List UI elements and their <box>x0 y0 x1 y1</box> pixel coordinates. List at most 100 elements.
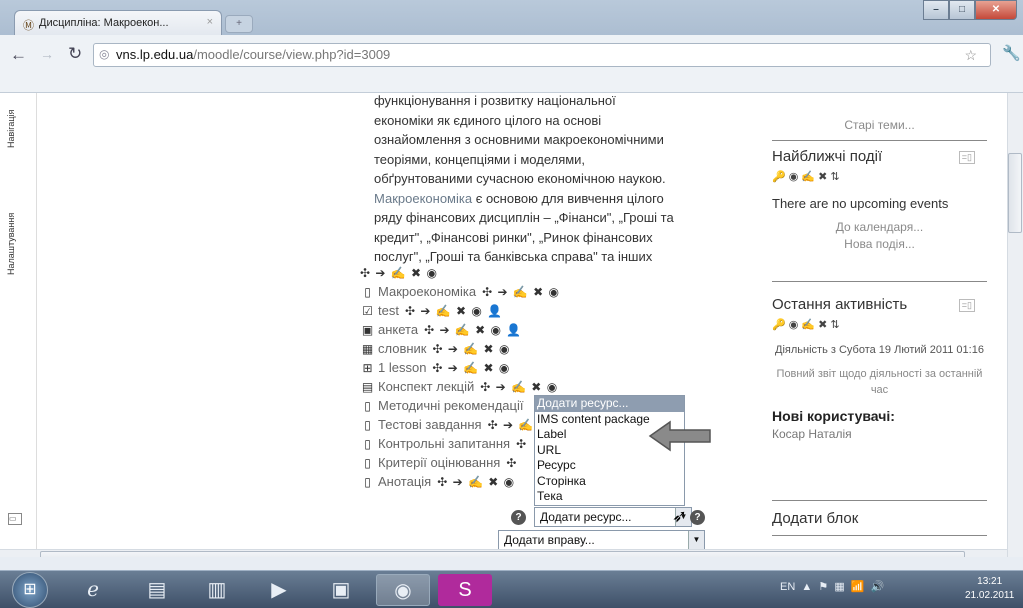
activity-edit-icons[interactable]: ✣ <box>516 437 527 451</box>
activity-label[interactable]: Макроекономіка <box>378 284 476 299</box>
browser-tab[interactable]: Ⓜ Дисципліна: Макроекон... × <box>14 10 222 35</box>
full-report-link[interactable]: Повний звіт щодо діяльності за останній … <box>772 366 987 398</box>
address-bar[interactable]: ◎ vns.lp.edu.ua/moodle/course/view.php?i… <box>93 43 991 67</box>
activity-item[interactable]: ☑ test ✣ ➔ ✍ ✖ ◉ 👤 <box>360 303 503 323</box>
minimize-button[interactable]: – <box>923 0 949 20</box>
page-icon: ▯ <box>364 437 371 451</box>
vertical-scrollbar[interactable] <box>1007 93 1023 557</box>
activity-edit-icons[interactable]: ✣ ➔ ✍ ✖ ◉ 👤 <box>424 323 522 337</box>
activity-label[interactable]: Методичні рекомендації <box>378 398 523 413</box>
explorer-icon[interactable]: ▤ <box>130 574 184 606</box>
folder-icon[interactable]: ▣ <box>314 574 368 606</box>
block-divider <box>772 500 987 501</box>
dropdown-option[interactable]: Додати ресурс... <box>535 396 684 412</box>
new-event-link[interactable]: Нова подія... <box>772 236 987 253</box>
clock-time: 13:21 <box>977 576 1003 587</box>
document-icon[interactable]: ▥ <box>190 574 244 606</box>
section-edit-icons[interactable]: ✣ ➔ ✍ ✖ ◉ <box>360 266 438 280</box>
language-indicator[interactable]: EN <box>780 581 795 593</box>
activity-edit-icons[interactable]: ✣ ➔ ✍ ✖ ◉ <box>432 361 510 375</box>
activity-label[interactable]: словник <box>378 341 427 356</box>
new-tab-button[interactable]: + <box>225 15 253 33</box>
dock-tab-settings[interactable]: Налаштування <box>6 213 16 275</box>
wrench-icon[interactable]: 🔧 <box>1002 44 1021 62</box>
macro-link[interactable]: Макроекономіка <box>374 191 472 206</box>
bookmark-star-icon[interactable]: ☆ <box>964 47 977 64</box>
activity-edit-icons[interactable]: ✣ <box>506 456 517 470</box>
web-page: Навігація Налаштування ▭ функціонування … <box>0 93 1023 557</box>
page-info-icon[interactable]: ◎ <box>99 47 109 61</box>
tab-close-icon[interactable]: × <box>207 16 213 28</box>
start-orb-icon[interactable]: ⊞ <box>12 572 48 608</box>
activity-edit-icons[interactable]: ✣ ➔ ✍ ✖ ◉ <box>433 342 511 356</box>
summary-line: функціонування і розвитку національної <box>374 93 616 108</box>
activity-item[interactable]: ▤ Конспект лекцій ✣ ➔ ✍ ✖ ◉ <box>360 379 558 399</box>
glossary-icon: ▦ <box>361 342 374 356</box>
block-divider <box>772 281 987 282</box>
forward-icon[interactable]: → <box>40 46 54 62</box>
scrollbar-thumb[interactable] <box>1008 153 1022 233</box>
system-tray: EN ▲ ⚑ ▦ 📶 🔊 <box>780 581 885 593</box>
help-icon[interactable]: ? <box>690 510 705 525</box>
close-window-button[interactable]: ✕ <box>975 0 1017 20</box>
no-events-text: There are no upcoming events <box>772 196 949 211</box>
help-icon[interactable]: ? <box>511 510 526 525</box>
activity-label[interactable]: анкета <box>378 322 418 337</box>
summary-line: економіки як єдиного цілого на основі <box>374 112 602 128</box>
activity-edit-icons[interactable]: ✣ ➔ ✍ <box>488 418 535 432</box>
block-collapse-icon[interactable]: =▯ <box>958 299 975 312</box>
add-activity-select[interactable]: Додати вправу... ▼ <box>498 530 705 550</box>
activity-item[interactable]: ▯ Критерії оцінювання ✣ <box>360 455 517 475</box>
dropdown-option[interactable]: Сторінка <box>535 474 684 490</box>
activity-label[interactable]: 1 lesson <box>378 360 426 375</box>
block-edit-icons[interactable]: 🔑 ◉ ✍ ✖ ⇅ <box>772 318 987 336</box>
dropdown-option[interactable]: Ресурс <box>535 458 684 474</box>
reload-icon[interactable]: ↻ <box>68 44 82 64</box>
activity-item[interactable]: ▯ Макроекономіка ✣ ➔ ✍ ✖ ◉ <box>360 284 560 304</box>
activity-label[interactable]: Критерії оцінювання <box>378 455 500 470</box>
dock-tab-navigation[interactable]: Навігація <box>6 110 16 148</box>
chrome-icon[interactable]: ◉ <box>376 574 430 606</box>
activity-edit-icons[interactable]: ✣ ➔ ✍ ✖ ◉ <box>482 285 560 299</box>
activity-item[interactable]: ▦ словник ✣ ➔ ✍ ✖ ◉ <box>360 341 510 361</box>
summary-line: є основою для вивчення цілого <box>472 190 664 206</box>
activity-item[interactable]: ⊞ 1 lesson ✣ ➔ ✍ ✖ ◉ <box>360 360 510 380</box>
add-resource-value: Додати ресурс... <box>540 510 632 524</box>
dock-sidebar: Навігація Налаштування ▭ <box>0 93 37 557</box>
activity-item[interactable]: ▯ Тестові завдання ✣ ➔ ✍ <box>360 417 534 437</box>
activity-label[interactable]: Конспект лекцій <box>378 379 474 394</box>
new-user-link[interactable]: Косар Наталія <box>772 427 987 441</box>
page-icon: ▯ <box>364 399 371 413</box>
activity-edit-icons[interactable]: ✣ ➔ ✍ ✖ ◉ <box>437 475 515 489</box>
activity-item[interactable]: ▯ Методичні рекомендації <box>360 398 529 418</box>
activity-edit-icons[interactable]: ✣ ➔ ✍ ✖ ◉ 👤 <box>405 304 503 318</box>
clock[interactable]: 13:21 21.02.2011 <box>965 575 1014 603</box>
block-edit-icons[interactable]: 🔑 ◉ ✍ ✖ ⇅ <box>772 170 987 188</box>
block-collapse-icon[interactable]: =▯ <box>958 151 975 164</box>
add-resource-select[interactable]: Додати ресурс... ▼ <box>534 507 692 527</box>
activity-label[interactable]: test <box>378 303 399 318</box>
activity-item[interactable]: ▯ Анотація ✣ ➔ ✍ ✖ ◉ <box>360 474 515 494</box>
media-player-icon[interactable]: ▶ <box>252 574 306 606</box>
skype-icon[interactable]: S <box>438 574 492 606</box>
back-icon[interactable]: ← <box>10 45 27 65</box>
horizontal-scrollbar[interactable] <box>0 549 1007 557</box>
scrollbar-thumb[interactable] <box>40 551 965 557</box>
activity-since-text: Діяльність з Субота 19 Лютий 2011 01:16 <box>775 344 984 356</box>
activity-item[interactable]: ▣ анкета ✣ ➔ ✍ ✖ ◉ 👤 <box>360 322 522 342</box>
activity-label[interactable]: Тестові завдання <box>378 417 482 432</box>
dock-icon[interactable]: ▭ <box>8 513 22 525</box>
block-divider <box>772 140 987 141</box>
activity-label[interactable]: Анотація <box>378 474 431 489</box>
maximize-button[interactable]: □ <box>949 0 975 20</box>
dropdown-option[interactable]: Тека <box>535 489 684 505</box>
old-topics-link[interactable]: Старі теми... <box>772 117 987 134</box>
calendar-link[interactable]: До календаря... <box>772 219 987 236</box>
activity-item[interactable]: ▯ Контрольні запитання ✣ <box>360 436 527 456</box>
summary-line: ознайомлення з основними макроекономічни… <box>374 132 664 147</box>
chevron-down-icon[interactable]: ▼ <box>688 531 704 549</box>
summary-line: теоріями, концепціями і моделями, <box>374 151 586 167</box>
activity-label[interactable]: Контрольні запитання <box>378 436 510 451</box>
activity-edit-icons[interactable]: ✣ ➔ ✍ ✖ ◉ <box>480 380 558 394</box>
ie-icon[interactable]: ℯ <box>66 574 120 606</box>
